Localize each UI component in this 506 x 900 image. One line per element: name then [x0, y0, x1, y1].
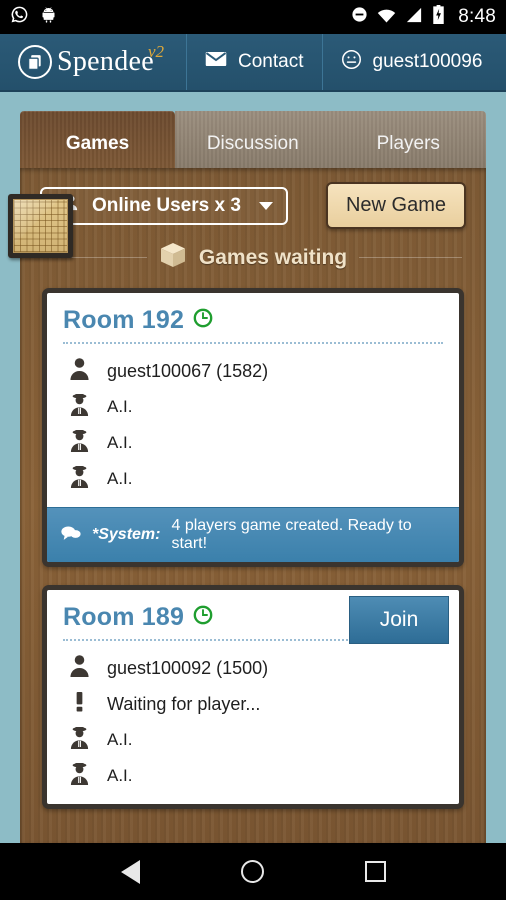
room-card[interactable]: Room 192 guest100067 (1582) A.I. A.I. A.… — [42, 288, 464, 567]
tab-strip-inactive: Discussion Players — [175, 111, 486, 168]
room-header: Room 189 Join — [63, 596, 449, 644]
app-header: Spendee v2 Contact guest100096 — [0, 34, 506, 92]
do-not-disturb-icon — [351, 6, 368, 28]
games-waiting-header: Games waiting — [44, 241, 462, 274]
player-name: A.I. — [107, 766, 133, 785]
player-row: A.I. — [63, 758, 443, 794]
join-button[interactable]: Join — [349, 596, 449, 644]
player-name: A.I. — [107, 730, 133, 749]
ai-agent-icon — [69, 762, 90, 790]
user-label: guest100096 — [372, 51, 483, 72]
rule-right — [359, 257, 462, 258]
tab-games[interactable]: Games — [20, 111, 175, 168]
waiting-icon — [69, 690, 90, 718]
status-bar: 8:48 — [0, 0, 506, 34]
contact-label: Contact — [238, 51, 304, 72]
chat-bubble-icon — [61, 525, 81, 546]
player-row: A.I. — [63, 425, 443, 461]
home-icon[interactable] — [240, 860, 264, 883]
brand-logo[interactable]: Spendee v2 — [0, 34, 188, 90]
tab-players[interactable]: Players — [331, 111, 487, 168]
android-icon — [41, 6, 59, 29]
player-row: guest100067 (1582) — [63, 353, 443, 389]
online-users-label: Online Users x 3 — [92, 194, 241, 216]
go-board-grid — [13, 199, 68, 253]
system-message-prefix: *System: — [92, 526, 161, 543]
chevron-down-icon — [258, 201, 273, 210]
page-content: Discussion Players Games Online Users x … — [0, 92, 506, 843]
ai-agent-icon — [69, 429, 90, 457]
box-icon — [159, 241, 187, 274]
system-message-bar: *System: 4 players game created. Ready t… — [47, 507, 459, 562]
player-name: A.I. — [107, 433, 133, 452]
player-row: guest100092 (1500) — [63, 650, 443, 686]
battery-charging-icon — [432, 5, 445, 29]
status-bar-notifications — [10, 5, 59, 29]
system-message-text: 4 players game created. Ready to start! — [171, 517, 412, 552]
back-icon[interactable] — [120, 859, 140, 884]
contact-link[interactable]: Contact — [187, 34, 323, 90]
ai-agent-icon — [69, 465, 90, 493]
brand-version: v2 — [147, 42, 165, 61]
recents-icon[interactable] — [364, 861, 386, 882]
player-row: A.I. — [63, 722, 443, 758]
toolbar: Online Users x 3 New Game — [20, 168, 486, 229]
status-bar-clock: 8:48 — [458, 6, 496, 27]
room-title[interactable]: Room 192 — [63, 306, 184, 335]
android-nav-bar — [0, 843, 506, 900]
player-row: Waiting for player... — [63, 686, 443, 722]
ai-agent-icon — [69, 726, 90, 754]
player-row: A.I. — [63, 389, 443, 425]
player-name: guest100092 (1500) — [107, 657, 269, 678]
person-icon — [69, 654, 90, 682]
new-game-button[interactable]: New Game — [325, 182, 466, 229]
cellular-signal-icon — [405, 7, 423, 28]
ai-agent-icon — [69, 393, 90, 421]
player-name: A.I. — [107, 397, 133, 416]
player-row: A.I. — [63, 461, 443, 497]
section-title: Games waiting — [198, 245, 348, 269]
room-card-body: Room 189 Join guest100092 (1500) Waiting… — [47, 590, 459, 804]
timer-clock-icon — [193, 605, 213, 630]
status-bar-system-icons: 8:48 — [351, 5, 496, 29]
online-users-dropdown[interactable]: Online Users x 3 — [40, 186, 288, 225]
room-list: Room 192 guest100067 (1582) A.I. A.I. A.… — [42, 288, 464, 809]
tab-discussion[interactable]: Discussion — [175, 111, 331, 168]
room-card[interactable]: Room 189 Join guest100092 (1500) Waiting… — [42, 585, 464, 809]
whatsapp-icon — [10, 5, 29, 29]
wifi-icon — [377, 7, 396, 28]
room-header: Room 192 — [63, 306, 443, 344]
person-icon — [69, 357, 90, 385]
room-title[interactable]: Room 189 — [63, 603, 184, 632]
envelope-icon — [205, 51, 227, 73]
spendee-logo-icon — [18, 45, 52, 79]
player-name: A.I. — [107, 469, 133, 488]
timer-clock-icon — [193, 308, 213, 333]
smiley-face-icon — [341, 49, 362, 76]
user-account-link[interactable]: guest100096 — [323, 34, 501, 90]
content-panel: Online Users x 3 New Game Games waiting — [20, 168, 486, 843]
brand-name: Spendee — [57, 46, 154, 77]
room-card-body: Room 192 guest100067 (1582) A.I. A.I. A.… — [47, 293, 459, 507]
player-name: Waiting for player... — [107, 693, 261, 714]
player-name: guest100067 (1582) — [107, 360, 269, 381]
go-board-icon — [8, 194, 73, 258]
